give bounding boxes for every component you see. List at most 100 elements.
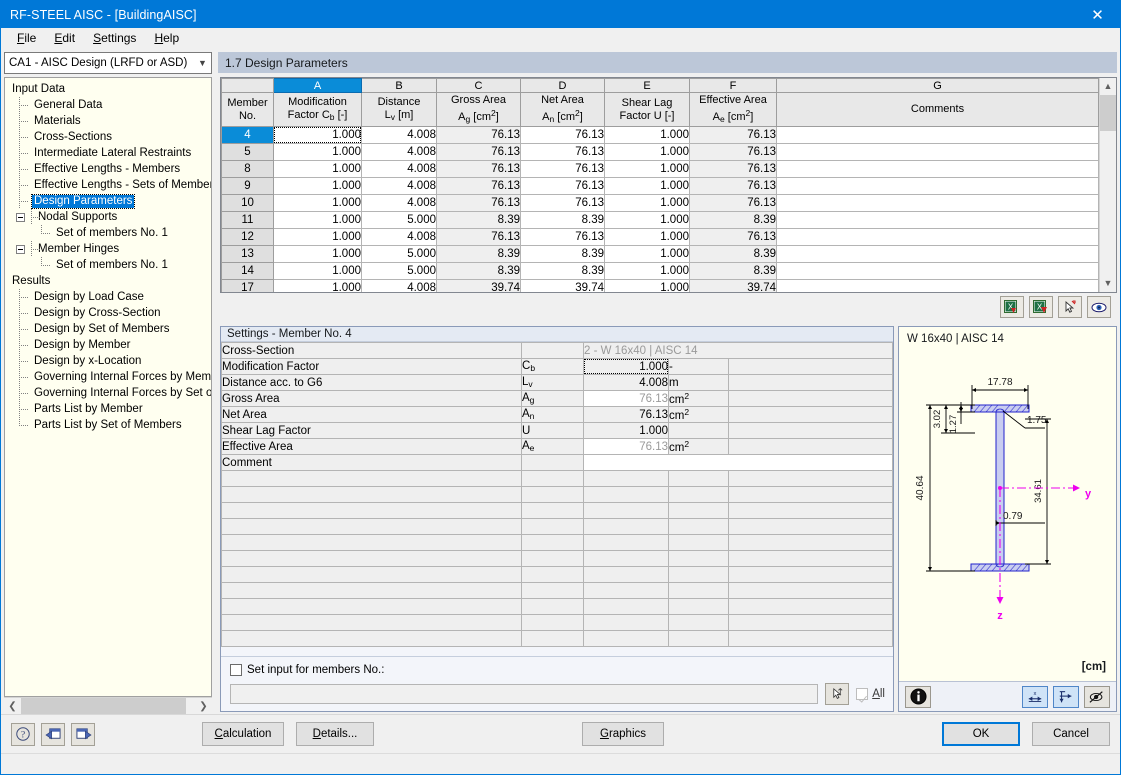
graphics-button[interactable]: Graphics: [582, 722, 664, 746]
scroll-thumb[interactable]: [1100, 95, 1116, 131]
cell-effective-area[interactable]: 76.13: [689, 228, 777, 246]
grid-vertical-scrollbar[interactable]: ▲ ▼: [1099, 78, 1116, 292]
design-case-combobox[interactable]: CA1 - AISC Design (LRFD or ASD) ▼: [4, 52, 212, 74]
cell-gross-area[interactable]: 76.13: [436, 143, 521, 161]
cell-comments[interactable]: [776, 228, 1099, 246]
dimensions-axes-icon[interactable]: [1053, 685, 1079, 708]
row-header-member[interactable]: 13: [221, 245, 274, 263]
table-row[interactable]: 13 1.000 5.000 8.39 8.39 1.000 8.39: [221, 245, 1099, 263]
cell-gross-area[interactable]: 76.13: [436, 126, 521, 144]
settings-row[interactable]: Shear Lag Factor U 1.000: [221, 422, 893, 439]
cell-effective-area[interactable]: 76.13: [689, 143, 777, 161]
cell-modification-factor[interactable]: 1.000: [273, 143, 362, 161]
sidebar-item-design-parameters[interactable]: Design Parameters: [8, 193, 211, 209]
cell-distance[interactable]: 4.008: [361, 228, 437, 246]
calculation-button[interactable]: Calculation: [202, 722, 284, 746]
cancel-button[interactable]: Cancel: [1032, 722, 1110, 746]
scroll-right-icon[interactable]: ❯: [195, 701, 212, 712]
row-header-member[interactable]: 11: [221, 211, 274, 229]
cell-distance[interactable]: 4.008: [361, 279, 437, 292]
cell-shear-lag-factor[interactable]: 1.000: [604, 279, 690, 292]
cell-gross-area[interactable]: 76.13: [436, 160, 521, 178]
menu-settings[interactable]: Settings: [84, 29, 145, 47]
settings-value-cross-section[interactable]: 2 - W 16x40 | AISC 14: [583, 342, 893, 359]
cell-effective-area[interactable]: 76.13: [689, 177, 777, 195]
table-row[interactable]: 11 1.000 5.000 8.39 8.39 1.000 8.39: [221, 211, 1099, 229]
cell-modification-factor[interactable]: 1.000: [273, 177, 362, 195]
cell-shear-lag-factor[interactable]: 1.000: [604, 160, 690, 178]
close-icon[interactable]: ✕: [1075, 1, 1120, 28]
cell-comments[interactable]: [776, 211, 1099, 229]
cell-comments[interactable]: [776, 177, 1099, 195]
cell-effective-area[interactable]: 76.13: [689, 160, 777, 178]
col-letter-b[interactable]: B: [361, 78, 437, 93]
settings-value-comment[interactable]: [583, 454, 893, 471]
table-row[interactable]: 8 1.000 4.008 76.13 76.13 1.000 76.13: [221, 160, 1099, 178]
cell-gross-area[interactable]: 8.39: [436, 262, 521, 280]
row-header-member[interactable]: 12: [221, 228, 274, 246]
cell-distance[interactable]: 4.008: [361, 160, 437, 178]
sidebar-item-design-by-set-of-members[interactable]: Design by Set of Members: [8, 321, 211, 337]
cell-modification-factor[interactable]: 1.000: [273, 126, 362, 144]
cell-net-area[interactable]: 76.13: [520, 194, 605, 212]
row-header-member[interactable]: 17: [221, 279, 274, 292]
cell-gross-area[interactable]: 39.74: [436, 279, 521, 292]
tree-group-results[interactable]: Results: [8, 273, 211, 289]
excel-export-icon[interactable]: X: [1029, 296, 1053, 318]
cell-modification-factor[interactable]: 1.000: [273, 245, 362, 263]
sidebar-item-effective-lengths-members[interactable]: Effective Lengths - Members: [8, 161, 211, 177]
menu-file[interactable]: File: [8, 29, 45, 47]
settings-row[interactable]: Effective Area Ae 76.13 cm2: [221, 438, 893, 455]
cell-comments[interactable]: [776, 160, 1099, 178]
sidebar-item-design-by-member[interactable]: Design by Member: [8, 337, 211, 353]
table-row[interactable]: 12 1.000 4.008 76.13 76.13 1.000 76.13: [221, 228, 1099, 246]
cell-shear-lag-factor[interactable]: 1.000: [604, 143, 690, 161]
sidebar-item-cross-sections[interactable]: Cross-Sections: [8, 129, 211, 145]
scroll-trough[interactable]: [21, 697, 195, 715]
row-header-member[interactable]: 10: [221, 194, 274, 212]
pick-from-model-icon[interactable]: [1058, 296, 1082, 318]
col-letter-c[interactable]: C: [436, 78, 521, 93]
sidebar-item-design-by-x-location[interactable]: Design by x-Location: [8, 353, 211, 369]
col-letter-f[interactable]: F: [689, 78, 777, 93]
cell-net-area[interactable]: 76.13: [520, 143, 605, 161]
next-table-icon[interactable]: [71, 722, 95, 746]
cell-shear-lag-factor[interactable]: 1.000: [604, 211, 690, 229]
cell-gross-area[interactable]: 8.39: [436, 211, 521, 229]
cell-net-area[interactable]: 76.13: [520, 160, 605, 178]
ok-button[interactable]: OK: [942, 722, 1020, 746]
sidebar-item-member-hinges-set-1[interactable]: Set of members No. 1: [8, 257, 211, 273]
cell-comments[interactable]: [776, 194, 1099, 212]
menu-help[interactable]: Help: [145, 29, 188, 47]
help-icon[interactable]: ?: [11, 722, 35, 746]
cell-net-area[interactable]: 8.39: [520, 262, 605, 280]
table-row[interactable]: 10 1.000 4.008 76.13 76.13 1.000 76.13: [221, 194, 1099, 212]
sidebar-item-nodal-supports[interactable]: Nodal Supports: [8, 209, 211, 225]
sidebar-item-effective-lengths-sets-of-members[interactable]: Effective Lengths - Sets of Members: [8, 177, 211, 193]
scroll-left-icon[interactable]: ❮: [4, 701, 21, 712]
cell-net-area[interactable]: 39.74: [520, 279, 605, 292]
cell-gross-area[interactable]: 76.13: [436, 177, 521, 195]
sidebar-item-design-by-load-case[interactable]: Design by Load Case: [8, 289, 211, 305]
excel-import-icon[interactable]: X: [1000, 296, 1024, 318]
sidebar-item-parts-list-by-member[interactable]: Parts List by Member: [8, 401, 211, 417]
members-number-field[interactable]: [230, 684, 819, 704]
scroll-thumb[interactable]: [21, 697, 186, 715]
cell-effective-area[interactable]: 8.39: [689, 262, 777, 280]
cell-comments[interactable]: [776, 143, 1099, 161]
cell-modification-factor[interactable]: 1.000: [273, 279, 362, 292]
cell-shear-lag-factor[interactable]: 1.000: [604, 177, 690, 195]
col-letter-d[interactable]: D: [520, 78, 605, 93]
cell-distance[interactable]: 4.008: [361, 126, 437, 144]
col-letter-g[interactable]: G: [776, 78, 1099, 93]
sidebar-horizontal-scrollbar[interactable]: ❮ ❯: [4, 697, 212, 715]
cell-distance[interactable]: 5.000: [361, 262, 437, 280]
cell-net-area[interactable]: 8.39: [520, 245, 605, 263]
cell-modification-factor[interactable]: 1.000: [273, 228, 362, 246]
settings-row[interactable]: Gross Area Ag 76.13 cm2: [221, 390, 893, 407]
sidebar-item-governing-internal-forces-by-member[interactable]: Governing Internal Forces by Member: [8, 369, 211, 385]
cell-distance[interactable]: 4.008: [361, 143, 437, 161]
cell-net-area[interactable]: 76.13: [520, 228, 605, 246]
cell-shear-lag-factor[interactable]: 1.000: [604, 245, 690, 263]
previous-table-icon[interactable]: [41, 722, 65, 746]
